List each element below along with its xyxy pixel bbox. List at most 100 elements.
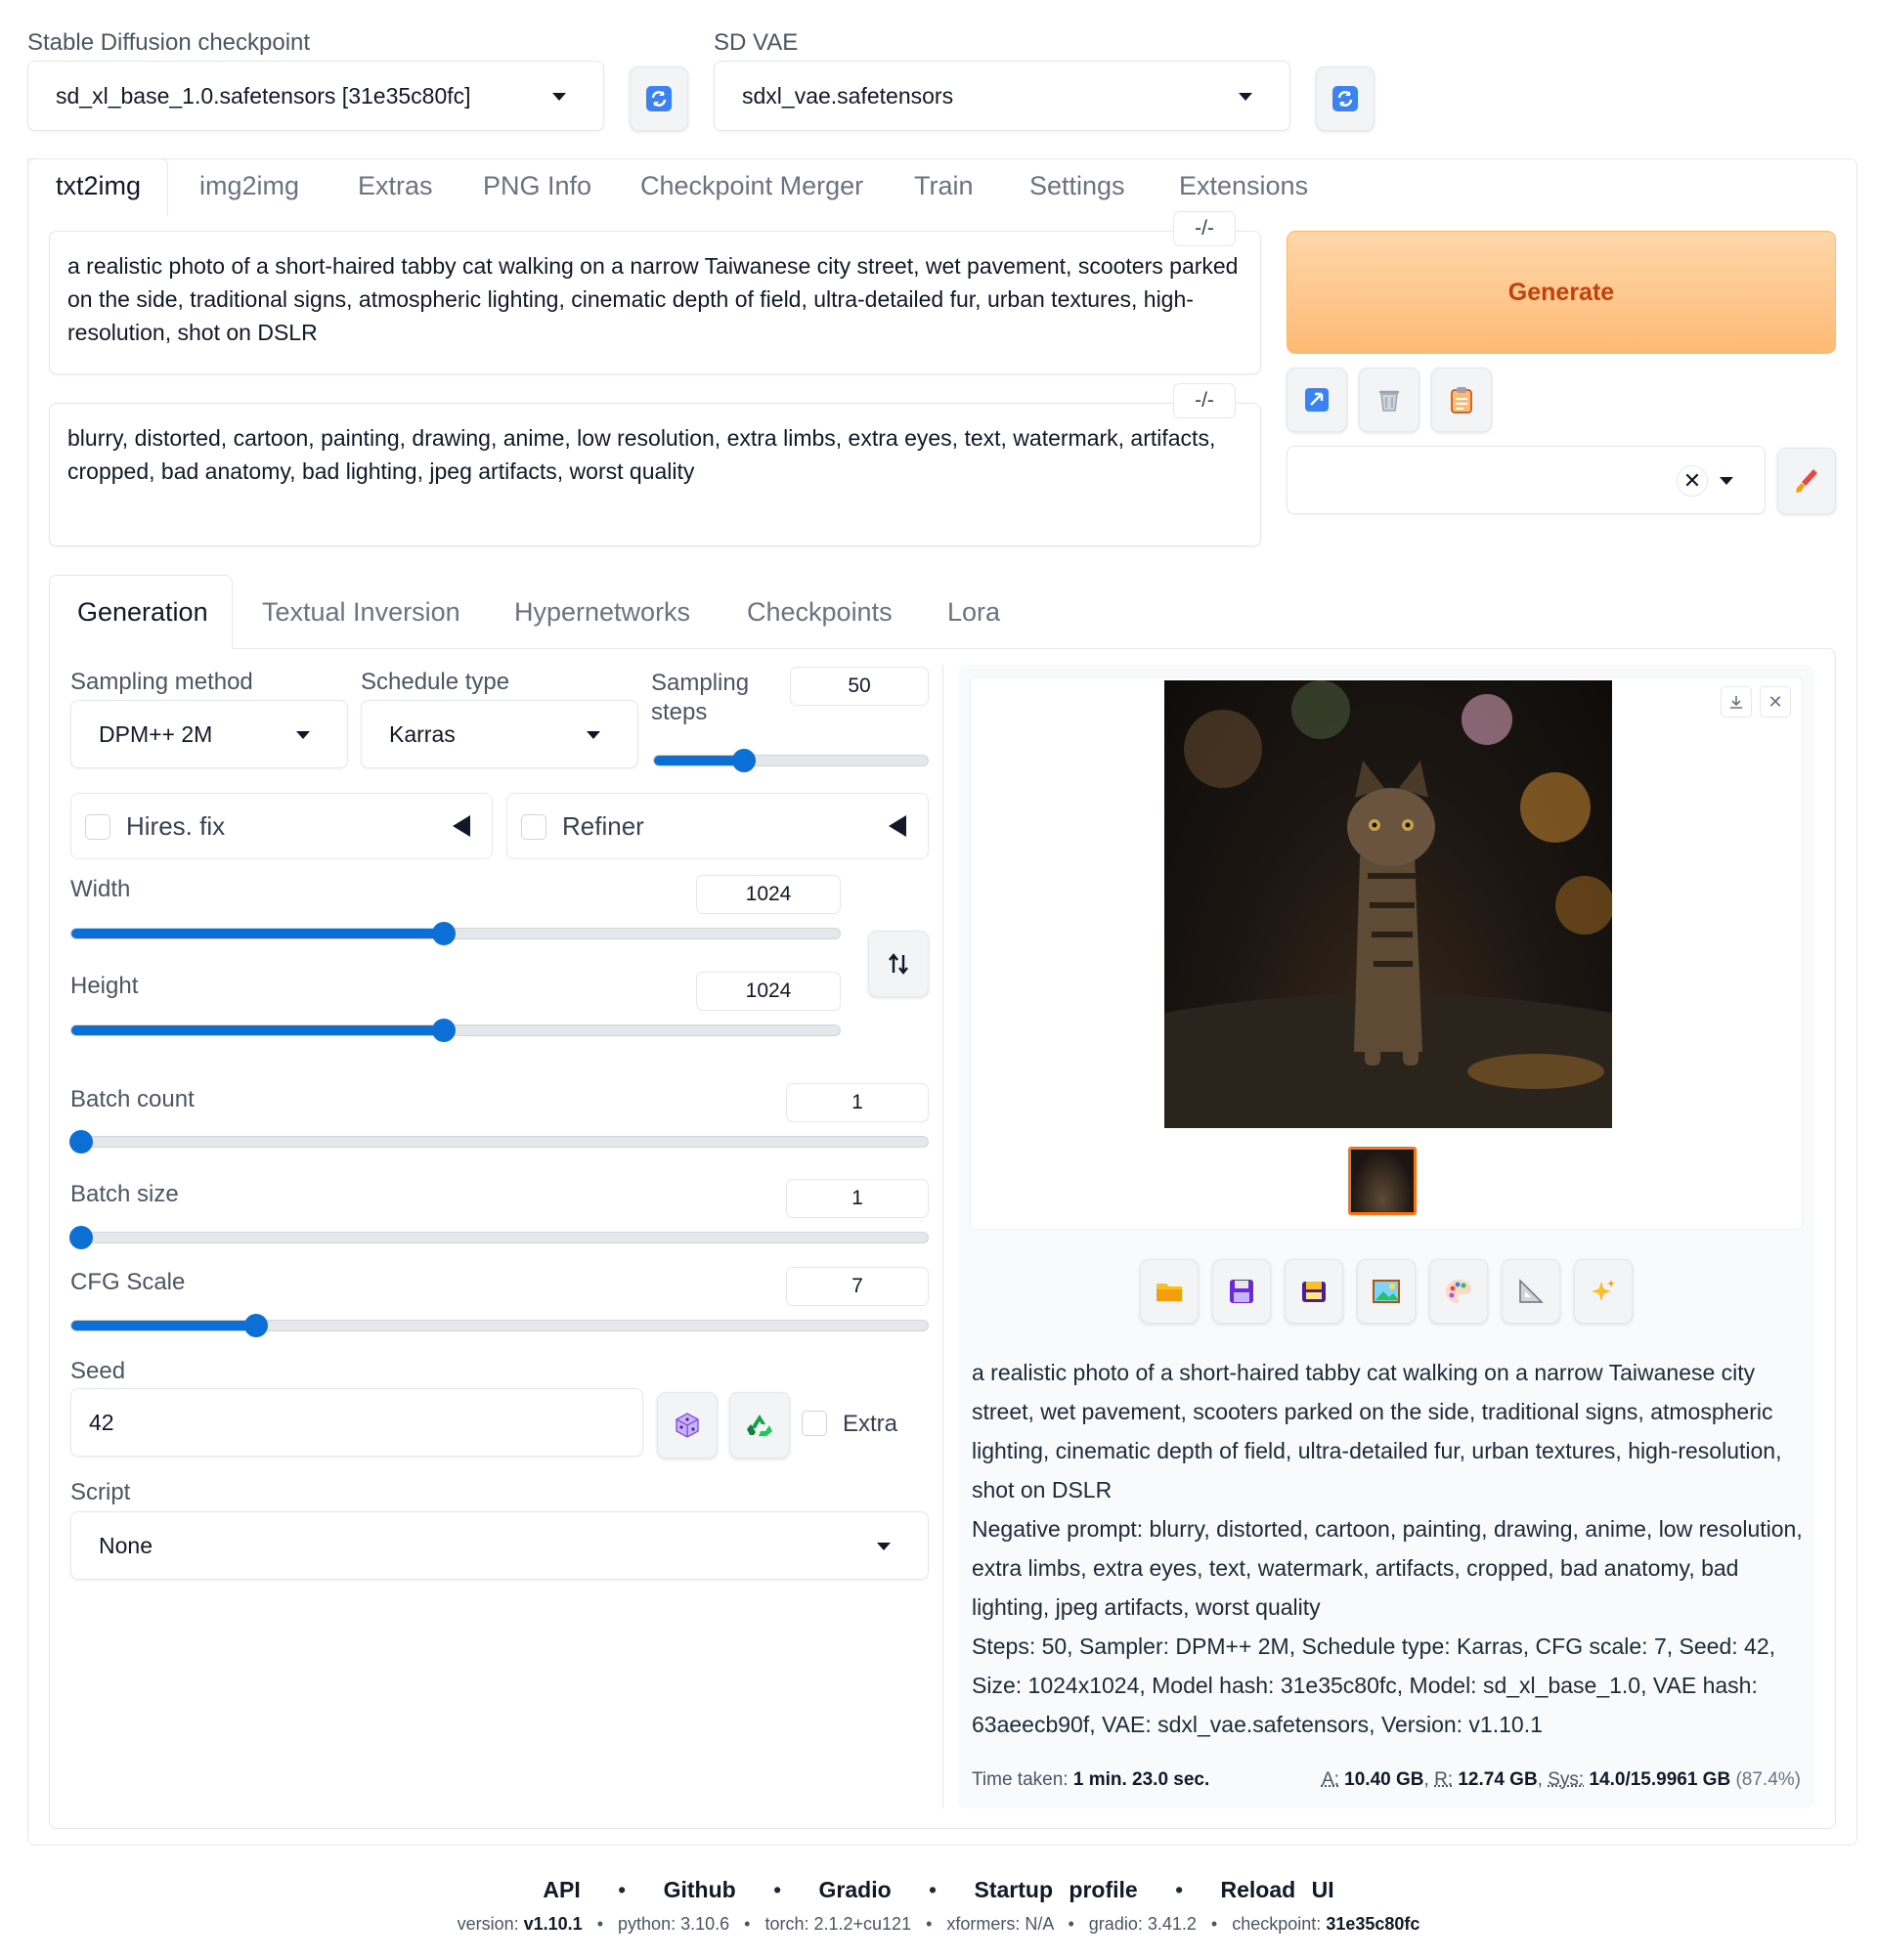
- batch-size-input[interactable]: 1: [786, 1179, 929, 1218]
- schedule-type-dropdown[interactable]: Karras: [361, 700, 638, 768]
- tab-img2img[interactable]: img2img: [199, 171, 299, 201]
- vae-dropdown[interactable]: sdxl_vae.safetensors: [714, 61, 1290, 131]
- cfg-scale-label: CFG Scale: [70, 1269, 186, 1295]
- tab-checkpoint-merger[interactable]: Checkpoint Merger: [640, 171, 863, 201]
- info-params: Steps: 50, Sampler: DPM++ 2M, Schedule t…: [972, 1633, 1776, 1737]
- info-negative: Negative prompt: blurry, distorted, cart…: [972, 1516, 1803, 1620]
- tab-png-info[interactable]: PNG Info: [483, 171, 591, 201]
- paste-button[interactable]: [1431, 368, 1492, 432]
- sampling-steps-input[interactable]: 50: [790, 667, 929, 706]
- width-slider[interactable]: [70, 922, 841, 945]
- width-input[interactable]: 1024: [696, 875, 841, 914]
- footer-startup-profile-link[interactable]: Startup profile: [975, 1877, 1138, 1902]
- cfg-scale-input[interactable]: 7: [786, 1267, 929, 1306]
- tab-settings[interactable]: Settings: [1029, 171, 1125, 201]
- folder-icon: [1157, 1284, 1182, 1301]
- script-label: Script: [70, 1479, 131, 1505]
- batch-count-input[interactable]: 1: [786, 1083, 929, 1122]
- collapse-arrow-icon[interactable]: [889, 815, 906, 837]
- script-dropdown[interactable]: None: [70, 1511, 929, 1580]
- gallery-thumbnail[interactable]: [1348, 1147, 1417, 1215]
- swap-icon: [889, 953, 908, 975]
- tab-train[interactable]: Train: [914, 171, 974, 201]
- open-folder-button[interactable]: [1140, 1259, 1199, 1324]
- webui-root: Stable Diffusion checkpoint sd_xl_base_1…: [0, 0, 1877, 1960]
- refiner-accordion[interactable]: Refiner: [506, 793, 929, 859]
- reuse-seed-button[interactable]: [729, 1392, 790, 1459]
- sampling-steps-label: Sampling steps: [651, 670, 750, 725]
- cfg-scale-slider[interactable]: [70, 1314, 929, 1337]
- sampling-method-dropdown[interactable]: DPM++ 2M: [70, 700, 348, 768]
- send-to-inpaint-button[interactable]: [1429, 1259, 1488, 1324]
- palette-icon: [1446, 1280, 1471, 1303]
- negative-prompt-textarea[interactable]: blurry, distorted, cartoon, painting, dr…: [49, 403, 1261, 546]
- arrow-box-icon: [1305, 388, 1329, 412]
- tab-generation[interactable]: Generation: [77, 597, 208, 628]
- tab-checkpoints[interactable]: Checkpoints: [747, 597, 893, 628]
- hires-fix-accordion[interactable]: Hires. fix: [70, 793, 493, 859]
- batch-count-slider[interactable]: [69, 1130, 929, 1154]
- slider-thumb[interactable]: [69, 1130, 93, 1154]
- send-to-extras-button[interactable]: [1502, 1259, 1560, 1324]
- edit-styles-button[interactable]: [1777, 448, 1836, 514]
- refiner-label: Refiner: [562, 811, 644, 841]
- random-seed-button[interactable]: [657, 1392, 718, 1459]
- tab-txt2img[interactable]: txt2img: [56, 171, 141, 201]
- footer-reload-ui-link[interactable]: Reload UI: [1221, 1877, 1334, 1902]
- recycle-icon: [747, 1415, 772, 1436]
- height-input[interactable]: 1024: [696, 972, 841, 1011]
- send-to-img2img-button[interactable]: [1357, 1259, 1416, 1324]
- vae-value: sdxl_vae.safetensors: [742, 82, 954, 109]
- upscale-button[interactable]: [1574, 1259, 1633, 1324]
- cat-photo-illustration: [1164, 680, 1612, 1128]
- checkpoint-dropdown[interactable]: sd_xl_base_1.0.safetensors [31e35c80fc]: [27, 61, 604, 131]
- chevron-down-icon: [296, 731, 310, 739]
- clear-styles-icon[interactable]: ✕: [1677, 465, 1708, 497]
- slider-thumb[interactable]: [69, 1226, 93, 1249]
- height-slider[interactable]: [70, 1019, 841, 1042]
- clear-prompt-button[interactable]: [1359, 368, 1419, 432]
- extra-seed-checkbox[interactable]: [802, 1411, 827, 1436]
- footer-api-link[interactable]: API: [543, 1877, 580, 1902]
- generated-image[interactable]: [1164, 680, 1612, 1128]
- download-icon: [1730, 696, 1742, 709]
- footer-versions: version: v1.10.1 • python: 3.10.6 • torc…: [457, 1914, 1420, 1934]
- generate-button[interactable]: Generate: [1287, 231, 1836, 354]
- hires-fix-checkbox[interactable]: [85, 814, 110, 840]
- tab-textual-inversion[interactable]: Textual Inversion: [262, 597, 460, 628]
- seed-input[interactable]: 42: [70, 1388, 643, 1457]
- refresh-vae-button[interactable]: [1316, 66, 1375, 131]
- tab-lora[interactable]: Lora: [947, 597, 1000, 628]
- refiner-checkbox[interactable]: [521, 814, 546, 840]
- close-icon[interactable]: ✕: [1760, 686, 1791, 718]
- styles-dropdown[interactable]: ✕: [1287, 446, 1766, 514]
- sampling-method-value: DPM++ 2M: [99, 720, 213, 747]
- brush-icon: [1796, 469, 1817, 493]
- extra-seed-label: Extra: [843, 1411, 898, 1437]
- refresh-checkpoint-button[interactable]: [630, 66, 688, 131]
- download-button[interactable]: [1721, 686, 1752, 718]
- schedule-type-label: Schedule type: [361, 669, 510, 695]
- script-value: None: [99, 1532, 153, 1558]
- swap-dimensions-button[interactable]: [868, 931, 929, 997]
- collapse-arrow-icon[interactable]: [453, 815, 470, 837]
- sampling-steps-slider[interactable]: [653, 749, 929, 772]
- tab-extensions[interactable]: Extensions: [1179, 171, 1308, 201]
- tab-extras[interactable]: Extras: [358, 171, 433, 201]
- positive-prompt-textarea[interactable]: a realistic photo of a short-haired tabb…: [49, 231, 1261, 374]
- batch-size-slider[interactable]: [69, 1226, 929, 1249]
- zip-button[interactable]: [1285, 1259, 1343, 1324]
- batch-count-label: Batch count: [70, 1086, 195, 1112]
- slider-thumb[interactable]: [731, 749, 756, 772]
- dice-icon: [676, 1413, 699, 1438]
- positive-token-counter[interactable]: -/-: [1173, 211, 1236, 246]
- read-params-button[interactable]: [1287, 368, 1347, 432]
- save-button[interactable]: [1212, 1259, 1271, 1324]
- chevron-down-icon: [552, 93, 566, 101]
- footer-gradio-link[interactable]: Gradio: [819, 1877, 892, 1902]
- clipboard-icon: [1451, 387, 1472, 414]
- negative-token-counter[interactable]: -/-: [1173, 383, 1236, 418]
- tab-hypernetworks[interactable]: Hypernetworks: [514, 597, 690, 628]
- footer-github-link[interactable]: Github: [664, 1877, 736, 1902]
- memory-stats: A: 10.40 GB, R: 12.74 GB, Sys: 14.0/15.9…: [1321, 1769, 1801, 1790]
